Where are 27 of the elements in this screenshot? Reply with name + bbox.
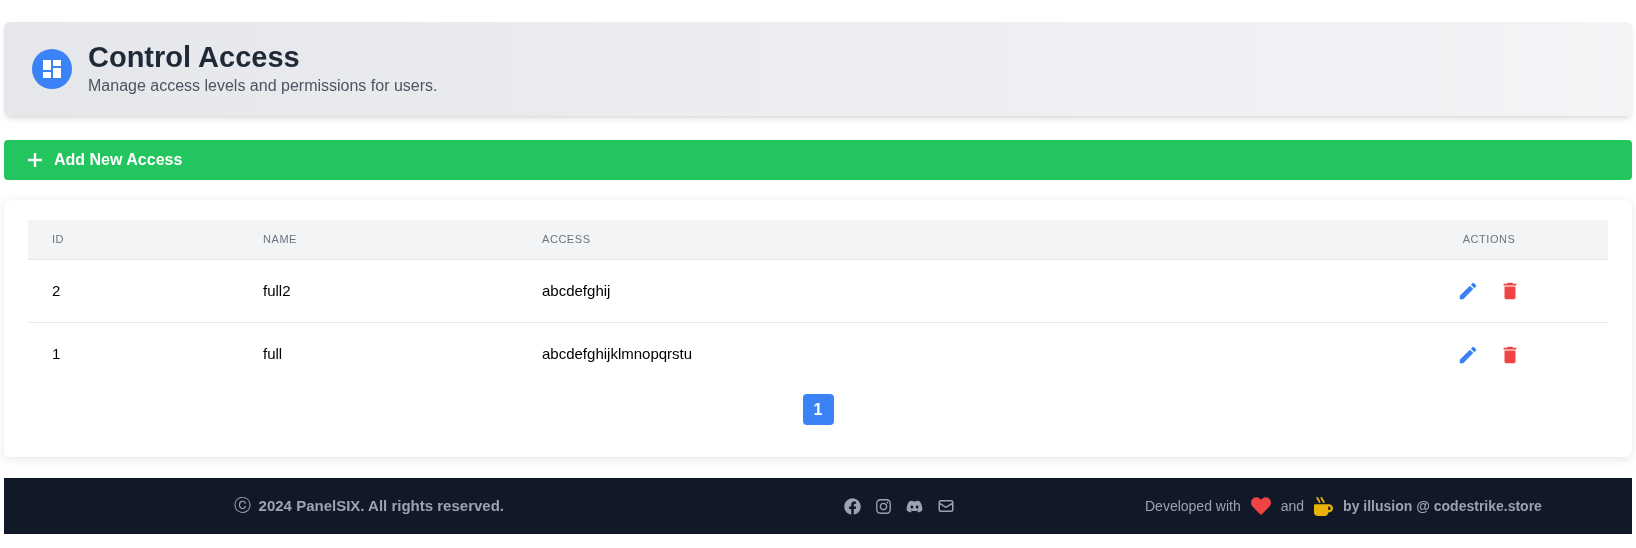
- table-cell-text: full2: [263, 280, 292, 301]
- table-cell-text: abcdefghij: [542, 280, 612, 301]
- copyright-symbol: ⓒ: [233, 495, 251, 518]
- copyright-text: 2024 PanelSIX. All rights reserved.: [258, 495, 504, 516]
- edit-icon[interactable]: [1457, 280, 1479, 302]
- developed-text: Developed with: [1145, 496, 1241, 516]
- page-subtitle: Manage access levels and permissions for users.: [88, 76, 438, 96]
- page-button[interactable]: 1: [802, 394, 834, 425]
- add-access-button[interactable]: Add New Access: [4, 140, 1632, 180]
- author-text: by illusion @ codestrike.store: [1343, 496, 1542, 516]
- table-cell-text: 2: [52, 280, 62, 301]
- table-cell-text: full: [263, 344, 284, 365]
- column-header: ACTIONS: [1461, 232, 1517, 248]
- table-cell-text: 1: [52, 344, 62, 365]
- plus-icon: [28, 153, 42, 167]
- facebook-icon[interactable]: [844, 497, 861, 515]
- column-header: ACCESS: [542, 232, 592, 248]
- page-title: Control Access: [88, 40, 301, 74]
- mail-icon[interactable]: [937, 497, 955, 515]
- table-cell-text: abcdefghijklmnopqrstu: [542, 344, 694, 365]
- column-header: ID: [52, 232, 66, 248]
- dashboard-icon: [32, 49, 72, 89]
- instagram-icon[interactable]: [875, 497, 892, 515]
- mug-icon: [1314, 496, 1334, 516]
- heart-icon: [1250, 496, 1271, 516]
- column-header: NAME: [263, 232, 298, 248]
- and-text: and: [1280, 496, 1305, 516]
